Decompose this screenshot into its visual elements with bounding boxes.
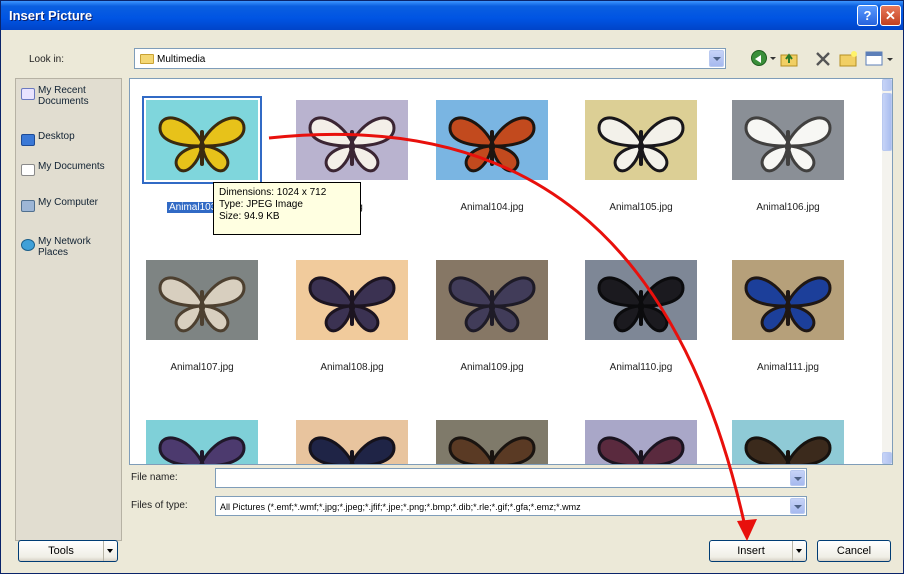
file-name-label[interactable]: Animal108.jpg [296,362,408,373]
butterfly-icon [448,436,536,464]
butterfly-icon [448,116,536,173]
scroll-down-button[interactable] [882,452,892,464]
chevron-down-icon[interactable] [103,541,117,561]
file-thumbnail[interactable] [296,420,408,464]
file-thumbnail[interactable] [436,100,548,180]
files-of-type-dropdown[interactable]: All Pictures (*.emf;*.wmf;*.jpg;*.jpeg;*… [215,496,807,516]
file-list[interactable]: Animal1033.jpgAnimal104.jpgAnimal105.jpg… [129,78,893,465]
file-thumbnail[interactable] [436,420,548,464]
my-documents-icon [21,164,35,176]
file-thumbnail[interactable] [146,260,258,340]
file-name-text: Animal111.jpg [757,362,819,373]
file-name-text: Animal110.jpg [609,362,673,373]
scroll-thumb[interactable] [882,93,892,151]
file-name-label[interactable]: Animal107.jpg [146,362,258,373]
tooltip-type: Type: JPEG Image [219,199,303,210]
places-item-label: My Recent Documents [38,85,89,107]
file-name-input[interactable] [215,468,807,488]
places-item-label: My Computer [38,197,99,208]
views-icon[interactable] [865,50,895,68]
file-thumbnail[interactable] [296,100,408,180]
window-title: Insert Picture [9,8,93,23]
file-name-text: Animal108.jpg [320,362,384,373]
tooltip-size: Size: 94.9 KB [219,211,280,222]
annotation-arrowhead [737,519,757,541]
file-name-label[interactable]: Animal105.jpg [585,202,697,213]
tools-button-label: Tools [48,545,74,557]
chevron-down-icon[interactable] [709,50,724,67]
delete-icon[interactable] [815,50,831,68]
places-item-label: Desktop [38,131,75,142]
look-in-value: Multimedia [157,54,206,65]
up-folder-icon[interactable] [780,50,800,68]
chevron-down-icon [770,57,776,60]
butterfly-icon [744,276,832,333]
chevron-down-icon[interactable] [790,470,805,486]
butterfly-icon [744,116,832,173]
butterfly-icon [448,276,536,333]
my-computer-icon [21,200,35,212]
file-name-label[interactable]: Animal104.jpg [436,202,548,213]
scroll-up-button[interactable] [882,79,892,91]
butterfly-icon [744,436,832,464]
butterfly-icon [158,436,246,464]
butterfly-icon [597,436,685,464]
places-item-label: My Network Places [38,236,91,258]
file-thumbnail[interactable] [585,260,697,340]
insert-button[interactable]: Insert [709,540,807,562]
help-button[interactable]: ? [857,5,878,26]
file-name-text: Animal103 [167,202,219,213]
desktop-icon [21,134,35,146]
chevron-down-icon[interactable] [790,498,805,514]
new-folder-icon[interactable] [839,50,859,68]
file-thumbnail[interactable] [732,260,844,340]
file-name-text: Animal104.jpg [460,202,524,213]
butterfly-icon [308,436,396,464]
file-name-label[interactable]: Animal111.jpg [732,362,844,373]
file-thumbnail[interactable] [436,260,548,340]
file-name-label[interactable]: Animal106.jpg [732,202,844,213]
butterfly-icon [308,276,396,333]
folder-icon [140,54,154,64]
file-name-label: File name: [131,472,178,483]
file-thumbnail[interactable] [146,420,258,464]
file-name-label[interactable]: Animal110.jpg [585,362,697,373]
butterfly-icon [308,116,396,173]
vertical-scrollbar[interactable] [882,79,892,464]
file-thumbnail[interactable] [732,100,844,180]
tools-button[interactable]: Tools [18,540,118,562]
file-name-text: Animal105.jpg [609,202,673,213]
insert-picture-dialog: Insert Picture ? ✕ Look in: Multimedia M… [0,0,904,574]
file-thumbnail[interactable] [296,260,408,340]
network-places-icon [21,239,35,251]
file-name-label[interactable]: Animal109.jpg [436,362,548,373]
file-name-text: Animal106.jpg [756,202,820,213]
back-icon [751,50,767,66]
close-button[interactable]: ✕ [880,5,901,26]
butterfly-icon [597,276,685,333]
file-name-text: Animal109.jpg [460,362,524,373]
places-bar: My Recent Documents Desktop My Documents… [15,78,122,541]
file-info-tooltip: Dimensions: 1024 x 712 Type: JPEG Image … [213,182,361,235]
recent-documents-icon [21,88,35,100]
cancel-button[interactable]: Cancel [817,540,891,562]
tooltip-dimensions: Dimensions: 1024 x 712 [219,187,327,198]
places-item-label: My Documents [38,161,105,172]
files-of-type-label: Files of type: [131,500,188,511]
title-bar[interactable]: Insert Picture ? ✕ [1,1,903,30]
look-in-dropdown[interactable]: Multimedia [134,48,726,69]
file-thumbnail[interactable] [732,420,844,464]
look-in-label: Look in: [29,54,65,65]
file-name-text: Animal107.jpg [170,362,234,373]
file-thumbnail[interactable] [585,420,697,464]
butterfly-icon [158,276,246,333]
butterfly-icon [597,116,685,173]
butterfly-icon [158,116,246,173]
insert-button-label: Insert [737,545,765,557]
chevron-down-icon[interactable] [792,541,806,561]
file-thumbnail[interactable] [585,100,697,180]
files-of-type-value: All Pictures (*.emf;*.wmf;*.jpg;*.jpeg;*… [220,502,581,512]
file-thumbnail[interactable] [142,96,262,184]
